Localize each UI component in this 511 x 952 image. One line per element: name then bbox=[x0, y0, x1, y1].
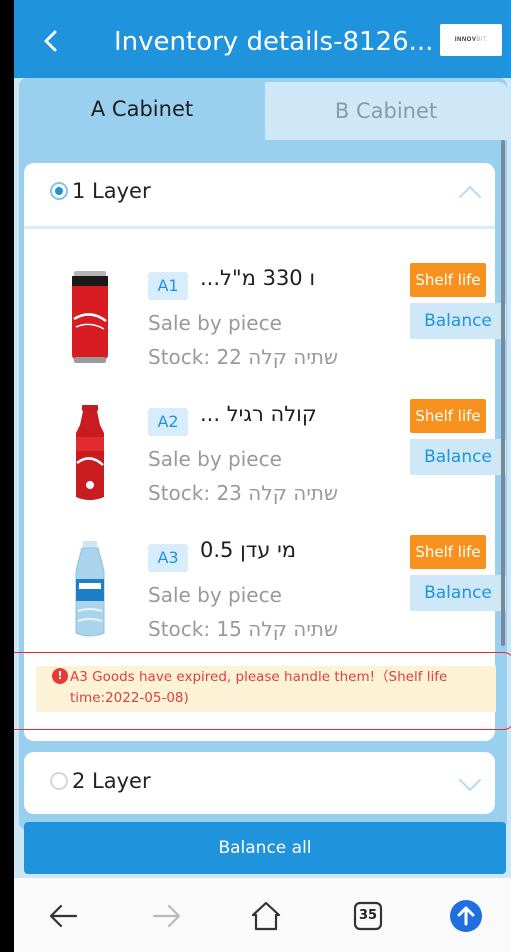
product-name: מי עדן 0.5 bbox=[200, 538, 297, 562]
layer-1-title: 1 Layer bbox=[72, 179, 151, 203]
balance-button[interactable]: Balance bbox=[410, 575, 506, 611]
brand-logo: INNOVBIT bbox=[440, 24, 502, 56]
tab-count: 35 bbox=[358, 908, 378, 923]
page-title: Inventory details-8126... bbox=[114, 27, 434, 57]
shelf-life-button[interactable]: Shelf life bbox=[410, 399, 486, 433]
water-bottle-image bbox=[75, 541, 105, 637]
tab-b-cabinet[interactable]: B Cabinet bbox=[265, 82, 507, 140]
chevron-left-icon bbox=[44, 30, 57, 52]
layer-2-title: 2 Layer bbox=[72, 769, 151, 793]
coca-cola-bottle-image bbox=[76, 405, 104, 500]
app-header: Inventory details-8126... INNOVBIT bbox=[14, 0, 511, 78]
layer-1-radio[interactable] bbox=[50, 182, 68, 200]
sale-type: Sale by piece bbox=[148, 583, 282, 607]
layer-1-header[interactable]: 1 Layer bbox=[24, 163, 495, 225]
stock-label: Stock: 22 שתיה קלה bbox=[148, 345, 339, 369]
sale-type: Sale by piece bbox=[148, 311, 282, 335]
layer-2-header[interactable]: 2 Layer bbox=[24, 752, 495, 814]
logo-suffix-text: BIT bbox=[476, 37, 488, 43]
layer-2-radio[interactable] bbox=[50, 772, 68, 790]
warning-highlight-outline bbox=[14, 652, 511, 730]
logo-main-text: INNOV bbox=[454, 37, 477, 43]
back-arrow-icon[interactable] bbox=[46, 898, 82, 934]
product-item-a3: A3 מי עדן 0.5 Sale by piece Stock: 15 שת… bbox=[24, 535, 506, 665]
forward-arrow-icon[interactable] bbox=[148, 898, 184, 934]
product-item-a2: A2 ... קולה רגיל Sale by piece Stock: 23… bbox=[24, 399, 506, 529]
chevron-down-icon[interactable] bbox=[458, 768, 482, 792]
divider bbox=[24, 226, 495, 229]
slot-badge: A1 bbox=[148, 272, 188, 300]
balance-all-button[interactable]: Balance all bbox=[24, 822, 506, 874]
browser-toolbar: 35 bbox=[14, 878, 511, 952]
slot-badge: A3 bbox=[148, 544, 188, 572]
stock-label: Stock: 15 שתיה קלה bbox=[148, 617, 339, 641]
product-name: ...ו 330 מ"ל bbox=[200, 266, 316, 290]
chevron-up-icon[interactable] bbox=[458, 185, 482, 209]
scrollbar[interactable] bbox=[501, 140, 505, 646]
tabs-button[interactable]: 35 bbox=[350, 898, 386, 934]
app-screen: Inventory details-8126... INNOVBIT A Cab… bbox=[14, 0, 511, 952]
balance-button[interactable]: Balance bbox=[410, 303, 506, 339]
tab-a-cabinet[interactable]: A Cabinet bbox=[19, 78, 265, 140]
coca-cola-can-image bbox=[72, 271, 108, 363]
back-button[interactable] bbox=[36, 24, 66, 58]
home-icon[interactable] bbox=[248, 898, 284, 934]
product-item-a1: A1 ...ו 330 מ"ל Sale by piece Stock: 22 … bbox=[24, 263, 506, 393]
shelf-life-button[interactable]: Shelf life bbox=[410, 535, 486, 569]
balance-button[interactable]: Balance bbox=[410, 439, 506, 475]
shelf-life-button[interactable]: Shelf life bbox=[410, 263, 486, 297]
upload-icon[interactable] bbox=[448, 898, 484, 934]
sale-type: Sale by piece bbox=[148, 447, 282, 471]
slot-badge: A2 bbox=[148, 408, 188, 436]
product-name: ... קולה רגיל bbox=[200, 402, 317, 426]
stock-label: Stock: 23 שתיה קלה bbox=[148, 481, 339, 505]
